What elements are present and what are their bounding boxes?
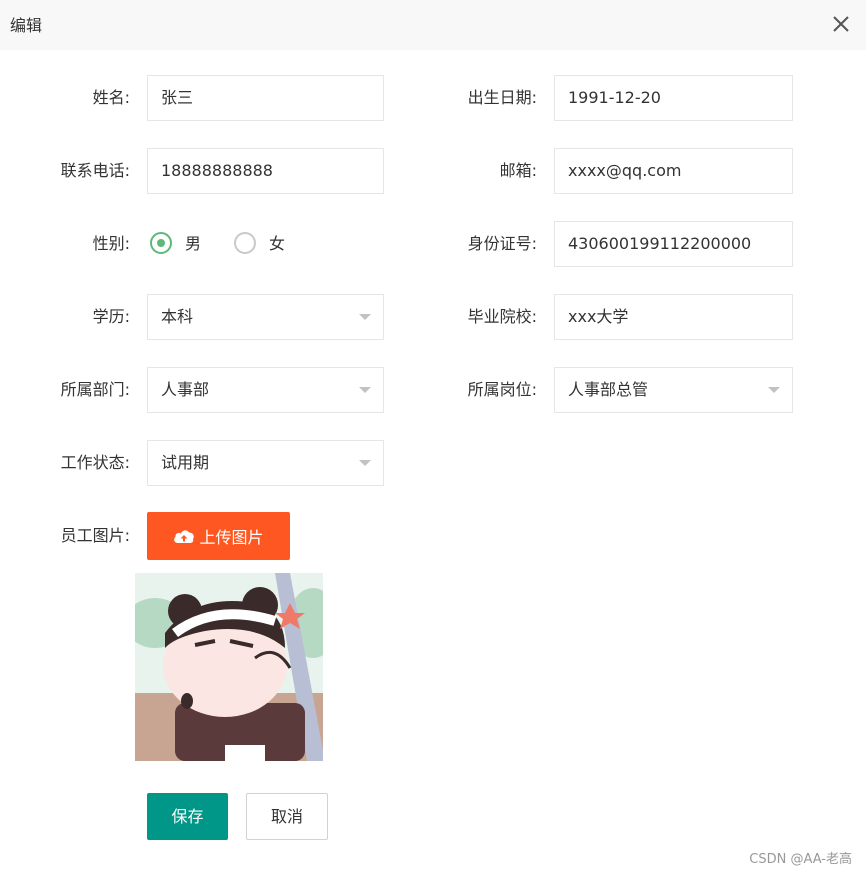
name-input[interactable]: 张三 <box>147 75 384 121</box>
cancel-button[interactable]: 取消 <box>246 793 328 840</box>
save-button[interactable]: 保存 <box>147 793 228 840</box>
education-label: 学历: <box>92 307 130 326</box>
work-status-label: 工作状态: <box>60 453 130 472</box>
school-label: 毕业院校: <box>467 307 537 326</box>
chevron-down-icon <box>768 387 780 393</box>
upload-image-label: 上传图片 <box>199 528 264 547</box>
photo-label: 员工图片: <box>60 526 130 545</box>
gender-option-female-label[interactable]: 女 <box>269 220 285 268</box>
position-select[interactable]: 人事部总管 <box>554 367 793 413</box>
cloud-upload-icon <box>174 530 195 543</box>
id-number-label: 身份证号: <box>467 234 537 253</box>
gender-radio-group: 男 女 <box>147 220 384 268</box>
department-select[interactable]: 人事部 <box>147 367 384 413</box>
phone-label: 联系电话: <box>60 161 130 180</box>
phone-input[interactable]: 18888888888 <box>147 148 384 194</box>
work-status-value: 试用期 <box>161 453 210 472</box>
school-input[interactable]: xxx大学 <box>554 294 793 340</box>
name-label: 姓名: <box>92 88 130 107</box>
gender-radio-male[interactable] <box>150 232 172 254</box>
chevron-down-icon <box>359 314 371 320</box>
gender-label: 性别: <box>92 234 130 253</box>
gender-radio-female[interactable] <box>234 232 256 254</box>
close-icon[interactable] <box>832 15 850 33</box>
dialog-header: 编辑 <box>0 0 866 50</box>
chevron-down-icon <box>359 387 371 393</box>
education-select[interactable]: 本科 <box>147 294 384 340</box>
upload-image-button[interactable]: 上传图片 <box>147 512 290 560</box>
email-input[interactable]: xxxx@qq.com <box>554 148 793 194</box>
position-label: 所属岗位: <box>467 380 537 399</box>
employee-photo <box>135 573 323 761</box>
email-label: 邮箱: <box>499 161 537 180</box>
birthday-label: 出生日期: <box>467 88 537 107</box>
id-number-input[interactable]: 430600199112200000 <box>554 221 793 267</box>
chevron-down-icon <box>359 460 371 466</box>
department-label: 所属部门: <box>60 380 130 399</box>
gender-option-male-label[interactable]: 男 <box>185 220 201 268</box>
dialog-title: 编辑 <box>10 16 43 35</box>
education-value: 本科 <box>161 307 194 326</box>
work-status-select[interactable]: 试用期 <box>147 440 384 486</box>
position-value: 人事部总管 <box>568 380 649 399</box>
birthday-input[interactable]: 1991-12-20 <box>554 75 793 121</box>
watermark: CSDN @AA-老高 <box>749 852 852 867</box>
department-value: 人事部 <box>161 380 210 399</box>
